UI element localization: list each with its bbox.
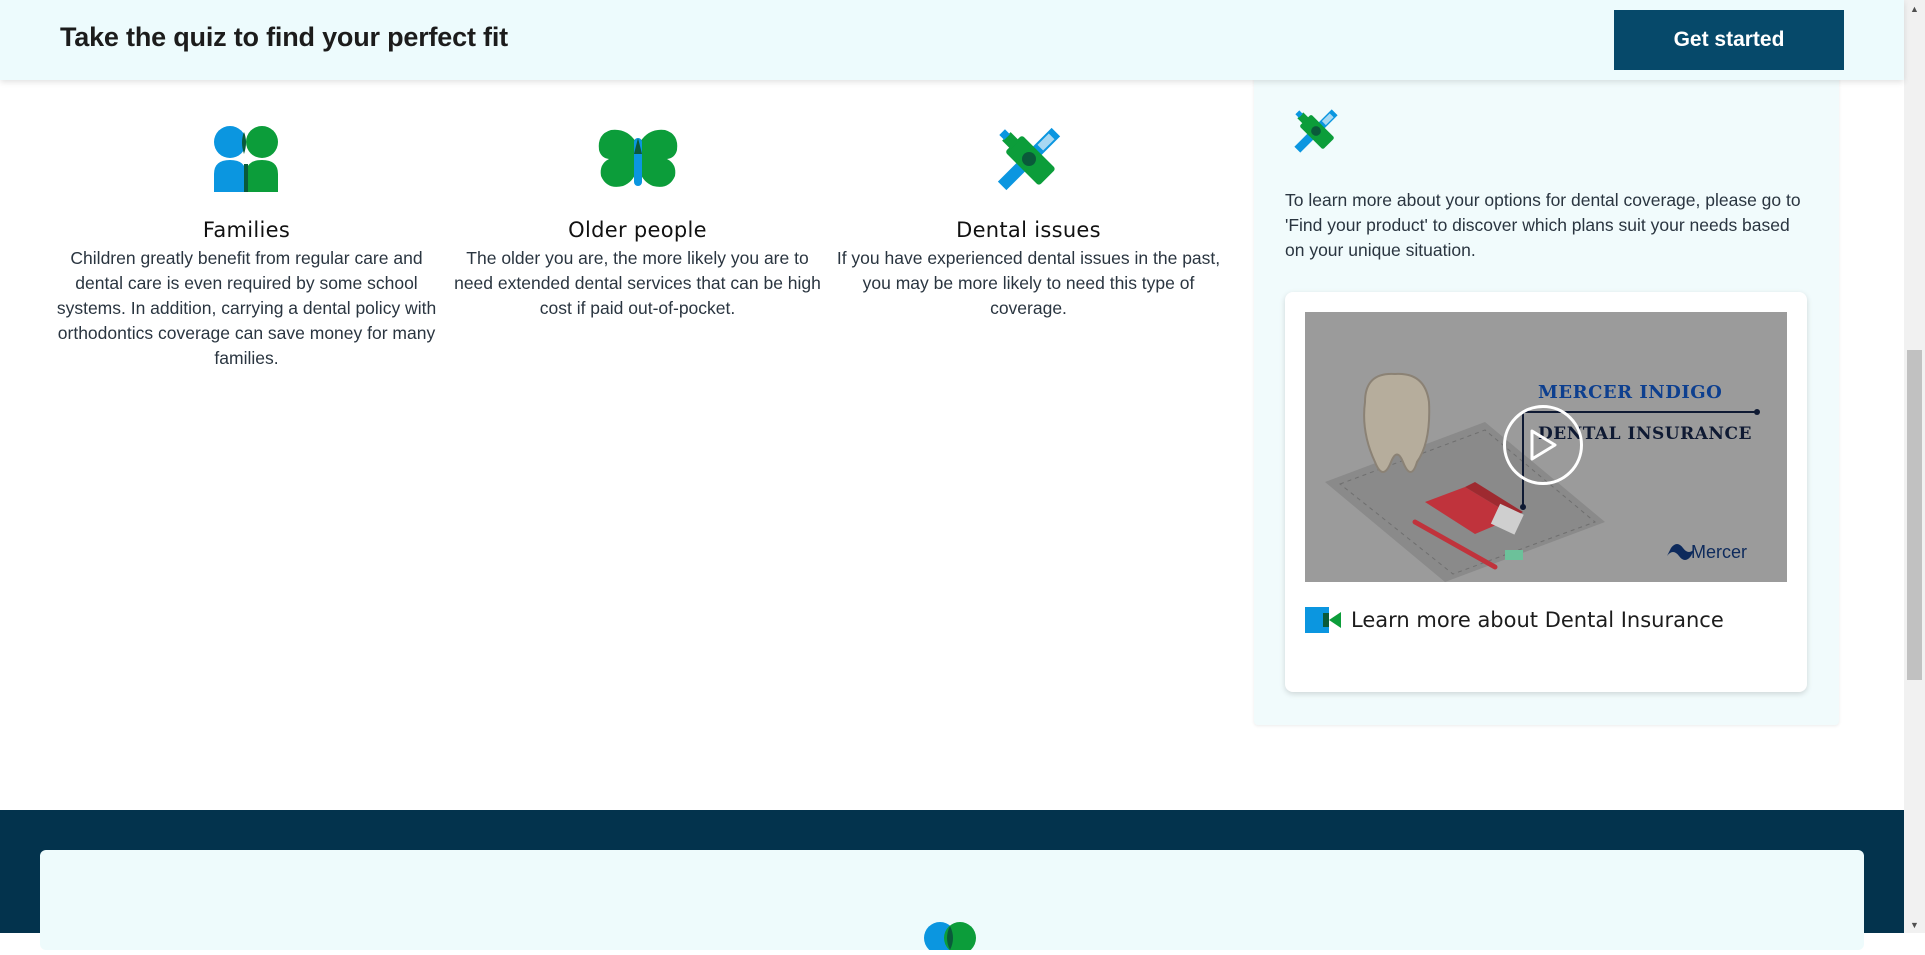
mercer-logo-text: Mercer <box>1691 542 1748 562</box>
audience-description: Children greatly benefit from regular ca… <box>56 248 437 368</box>
video-camera-icon <box>1305 607 1341 633</box>
two-people-icon <box>922 914 978 955</box>
quiz-banner-title: Take the quiz to find your perfect fit <box>60 22 508 52</box>
get-started-button[interactable]: Get started <box>1614 10 1844 70</box>
audience-title: Dental issues <box>956 218 1101 242</box>
audience-card-dental-issues: Dental issues If you have experienced de… <box>836 122 1221 321</box>
sidebar-description: To learn more about your options for den… <box>1285 190 1801 260</box>
video-thumbnail[interactable]: MERCER INDIGO DENTAL INSURANCE Mercer <box>1305 312 1787 582</box>
footer-band <box>0 810 1904 954</box>
video-link-label: Learn more about Dental Insurance <box>1351 608 1724 632</box>
scrollbar-thumb[interactable] <box>1907 350 1922 680</box>
audience-card-older-people: Older people The older you are, the more… <box>445 122 830 321</box>
butterfly-icon <box>445 122 830 196</box>
dental-info-sidebar: To learn more about your options for den… <box>1254 70 1839 725</box>
quiz-banner: Take the quiz to find your perfect fit G… <box>0 0 1904 80</box>
play-icon <box>1530 429 1557 461</box>
learn-more-video-link[interactable]: Learn more about Dental Insurance <box>1305 607 1724 633</box>
video-card: MERCER INDIGO DENTAL INSURANCE Mercer Le… <box>1285 292 1807 692</box>
play-button[interactable] <box>1503 405 1583 485</box>
scroll-up-arrow-icon[interactable]: ▲ <box>1904 0 1925 17</box>
audience-title: Families <box>202 218 291 242</box>
video-brand-text: MERCER INDIGO <box>1538 382 1723 403</box>
audience-title: Older people <box>568 218 707 242</box>
two-people-icon <box>54 122 439 196</box>
toothbrush-toothpaste-icon <box>1291 106 1341 161</box>
audience-description: If you have experienced dental issues in… <box>836 248 1221 318</box>
footer-card <box>40 850 1864 954</box>
toothbrush-toothpaste-icon <box>836 122 1221 196</box>
audience-card-families: Families Children greatly benefit from r… <box>54 122 439 371</box>
audience-description: The older you are, the more likely you a… <box>454 248 821 318</box>
scroll-down-arrow-icon[interactable]: ▼ <box>1904 916 1925 933</box>
page-scrollbar[interactable]: ▲ ▼ <box>1904 0 1925 933</box>
